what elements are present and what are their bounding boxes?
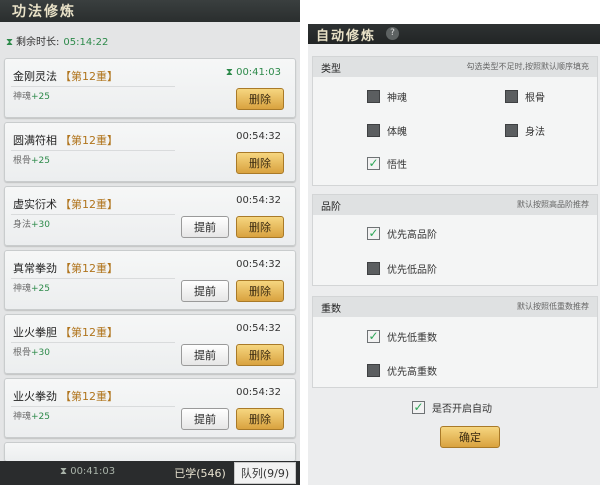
panel-title: 自动修炼 <box>316 29 377 44</box>
skill-name: 虚实衍术 【第12重】 <box>13 198 118 211</box>
divider <box>300 0 308 485</box>
skill-rank: 【第12重】 <box>60 262 118 275</box>
auto-toggle[interactable]: ✓ 是否开启自动 <box>412 400 492 415</box>
divider <box>11 214 175 215</box>
advance-button[interactable]: 提前 <box>181 408 229 430</box>
remaining-time-value: 05:14:22 <box>63 37 109 48</box>
section-heading: 重数 <box>321 304 341 315</box>
hourglass-icon: ⧗ <box>6 37 14 48</box>
section-hint: 默认按照高品阶推荐 <box>517 200 589 209</box>
checkbox[interactable] <box>367 364 380 377</box>
advance-button[interactable]: 提前 <box>181 216 229 238</box>
skill-timer: 00:54:32 <box>236 195 281 206</box>
remaining-time: ⧗ 剩余时长: 05:14:22 <box>6 33 108 48</box>
delete-button[interactable]: 删除 <box>236 280 284 302</box>
question-icon[interactable]: ? <box>386 27 399 40</box>
checkbox[interactable] <box>367 90 380 103</box>
skill-card: 虚实衍术 【第12重】 身法+30 00:54:32 提前 删除 <box>4 186 296 246</box>
skill-name: 真常拳劲 【第12重】 <box>13 262 118 275</box>
option-wuxing[interactable]: ✓ 悟性 <box>367 156 407 171</box>
delete-button[interactable]: 删除 <box>236 344 284 366</box>
skill-timer: 00:54:32 <box>236 259 281 270</box>
check-icon[interactable]: ✓ <box>367 157 380 170</box>
skill-attribute: 神魂+25 <box>13 412 51 422</box>
section-header: 类型 勾选类型不足时,按照默认顺序填充 <box>313 57 597 77</box>
check-icon[interactable]: ✓ <box>412 401 425 414</box>
delete-button[interactable]: 删除 <box>236 408 284 430</box>
checkbox[interactable] <box>505 90 518 103</box>
type-section: 类型 勾选类型不足时,按照默认顺序填充 神魂 根骨 体魄 身法 ✓ 悟性 <box>312 56 598 186</box>
skill-name: 金刚灵法 【第12重】 <box>13 70 118 83</box>
skill-timer: 00:54:32 <box>236 323 281 334</box>
skill-card: 圆满符相 【第12重】 根骨+25 00:54:32 删除 <box>4 122 296 182</box>
panel-title-bar: 自动修炼 ? <box>308 24 600 44</box>
skill-rank: 【第12重】 <box>60 70 118 83</box>
delete-button[interactable]: 删除 <box>236 88 284 110</box>
skill-rank: 【第12重】 <box>60 326 118 339</box>
option-tipo[interactable]: 体魄 <box>367 123 407 138</box>
delete-button[interactable]: 删除 <box>236 152 284 174</box>
advance-button[interactable]: 提前 <box>181 280 229 302</box>
auto-cultivation-panel: 自动修炼 ? 类型 勾选类型不足时,按照默认顺序填充 神魂 根骨 体魄 身法 ✓… <box>308 24 600 485</box>
skill-card: 业火拳劲 【第12重】 神魂+25 00:54:32 提前 删除 <box>4 378 296 438</box>
divider <box>11 342 175 343</box>
tab-learned[interactable]: 已学(546) <box>170 462 230 484</box>
section-header: 品阶 默认按照高品阶推荐 <box>313 195 597 215</box>
skill-attribute: 身法+30 <box>13 220 51 230</box>
cultivation-panel: 功法修炼 ⧗ 剩余时长: 05:14:22 金刚灵法 【第12重】 神魂+25 ⧗ 0… <box>0 0 300 485</box>
checkbox[interactable] <box>505 124 518 137</box>
check-icon[interactable]: ✓ <box>367 330 380 343</box>
skill-card: 金刚灵法 【第12重】 神魂+25 ⧗ 00:41:03 删除 <box>4 58 296 118</box>
layer-section: 重数 默认按照低重数推荐 ✓ 优先低重数 优先高重数 <box>312 296 598 388</box>
check-icon[interactable]: ✓ <box>367 227 380 240</box>
skill-name: 业火拳胆 【第12重】 <box>13 326 118 339</box>
remaining-time-label: 剩余时长: <box>16 37 60 48</box>
option-gengu[interactable]: 根骨 <box>505 89 545 104</box>
skill-timer: 00:54:32 <box>236 387 281 398</box>
section-heading: 品阶 <box>321 202 341 213</box>
advance-button[interactable]: 提前 <box>181 344 229 366</box>
option-shenhun[interactable]: 神魂 <box>367 89 407 104</box>
divider <box>11 150 175 151</box>
section-hint: 勾选类型不足时,按照默认顺序填充 <box>466 62 589 71</box>
checkbox[interactable] <box>367 124 380 137</box>
delete-button[interactable]: 删除 <box>236 216 284 238</box>
confirm-button[interactable]: 确定 <box>440 426 500 448</box>
skill-attribute: 神魂+25 <box>13 92 51 102</box>
divider <box>11 278 175 279</box>
option-low-layer[interactable]: ✓ 优先低重数 <box>367 329 437 344</box>
hourglass-icon: ⧗ <box>60 466 71 477</box>
skill-card <box>4 442 296 462</box>
section-header: 重数 默认按照低重数推荐 <box>313 297 597 317</box>
divider <box>11 406 175 407</box>
tab-queue[interactable]: 队列(9/9) <box>234 462 296 484</box>
panel-title: 功法修炼 <box>12 4 76 20</box>
section-heading: 类型 <box>321 64 341 75</box>
skill-timer: 00:54:32 <box>236 131 281 142</box>
hourglass-icon: ⧗ <box>225 67 237 78</box>
option-high-grade[interactable]: ✓ 优先高品阶 <box>367 226 437 241</box>
skill-attribute: 根骨+25 <box>13 156 51 166</box>
skill-name: 圆满符相 【第12重】 <box>13 134 118 147</box>
option-high-layer[interactable]: 优先高重数 <box>367 363 437 378</box>
option-low-grade[interactable]: 优先低品阶 <box>367 261 437 276</box>
panel-title-bar: 功法修炼 <box>0 0 300 22</box>
divider <box>11 86 175 87</box>
checkbox[interactable] <box>367 262 380 275</box>
skill-attribute: 根骨+30 <box>13 348 51 358</box>
skill-card: 真常拳劲 【第12重】 神魂+25 00:54:32 提前 删除 <box>4 250 296 310</box>
skill-rank: 【第12重】 <box>60 198 118 211</box>
skill-attribute: 神魂+25 <box>13 284 51 294</box>
skill-name: 业火拳劲 【第12重】 <box>13 390 118 403</box>
skill-timer: ⧗ 00:41:03 <box>225 67 281 78</box>
bottom-timer: ⧗ 00:41:03 <box>60 466 116 477</box>
grade-section: 品阶 默认按照高品阶推荐 ✓ 优先高品阶 优先低品阶 <box>312 194 598 286</box>
skill-card: 业火拳胆 【第12重】 根骨+30 00:54:32 提前 删除 <box>4 314 296 374</box>
option-shenfa[interactable]: 身法 <box>505 123 545 138</box>
skill-rank: 【第12重】 <box>60 390 118 403</box>
section-hint: 默认按照低重数推荐 <box>517 302 589 311</box>
skill-rank: 【第12重】 <box>60 134 118 147</box>
